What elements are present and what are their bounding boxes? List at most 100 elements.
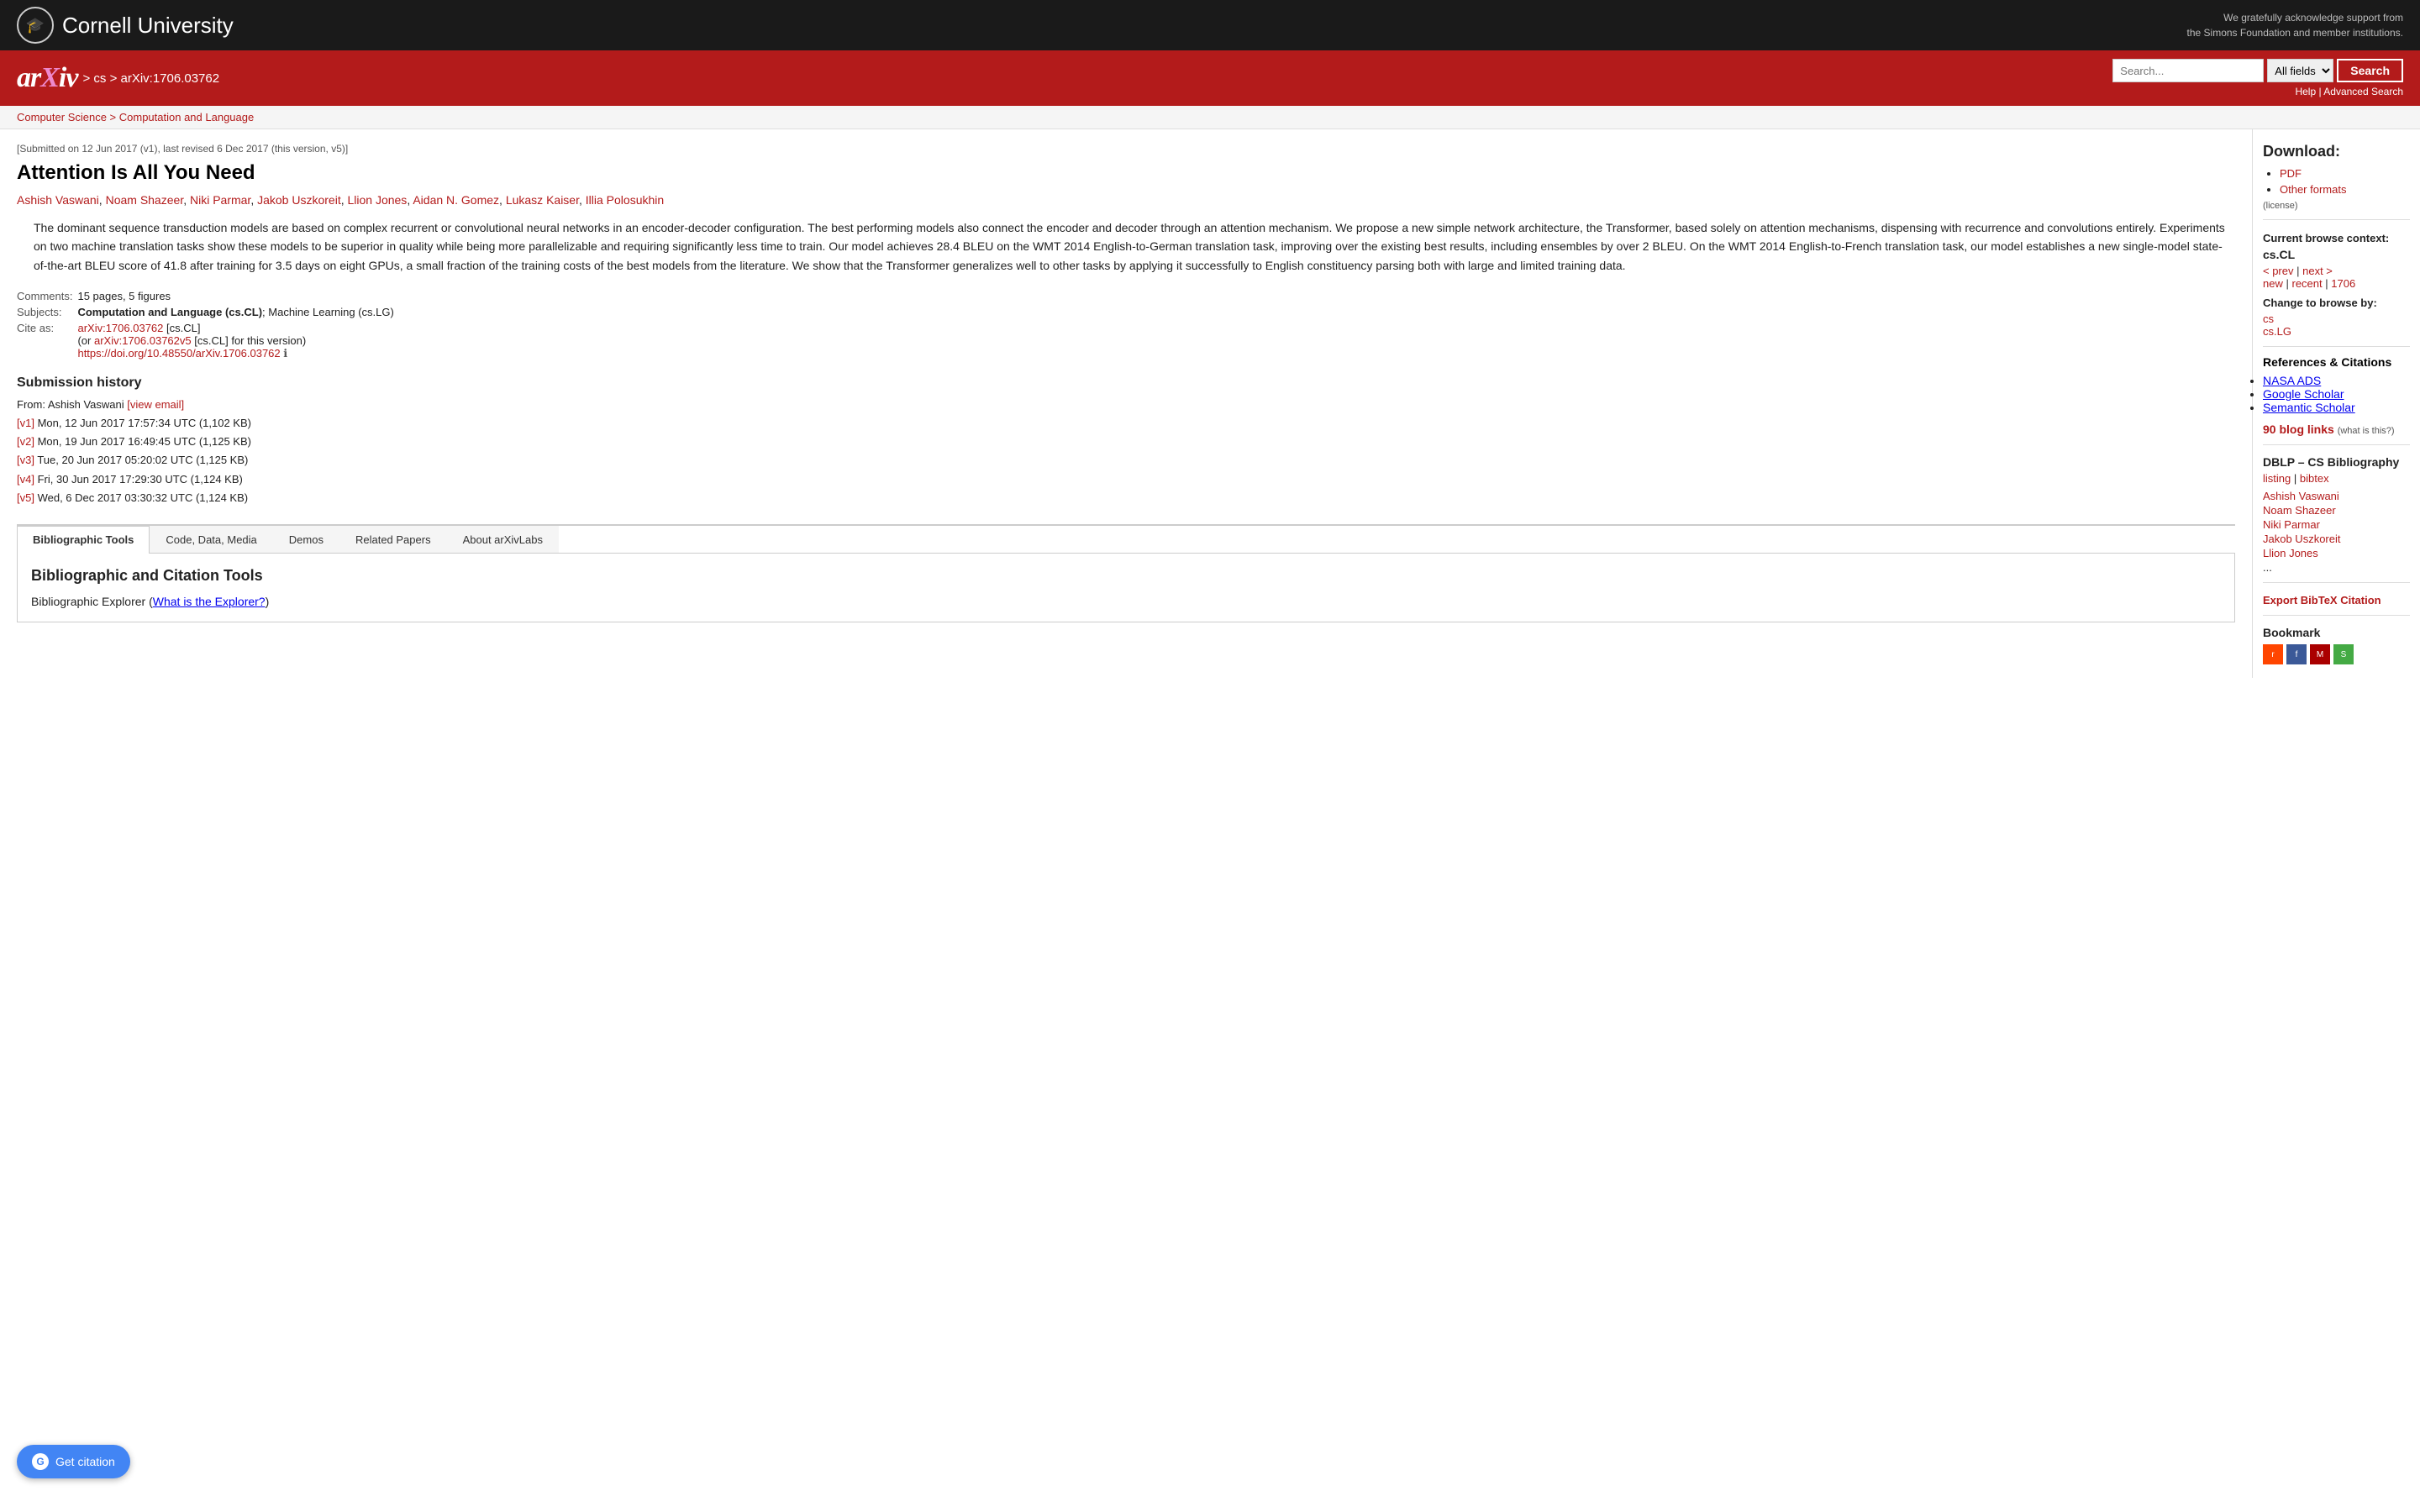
view-email-link[interactable]: [view email] <box>127 398 184 411</box>
semantic-scholar-link[interactable]: Semantic Scholar <box>2263 401 2355 414</box>
authors-list: Ashish Vaswani, Noam Shazeer, Niki Parma… <box>17 193 2235 207</box>
bib-tools-title: Bibliographic and Citation Tools <box>31 567 2221 585</box>
metadata-comments: Comments: 15 pages, 5 figures <box>17 288 399 304</box>
recent-link[interactable]: recent <box>2291 277 2322 290</box>
dblp-author-parmar[interactable]: Niki Parmar <box>2263 518 2320 531</box>
sidebar-download: Download: PDF Other formats (license) <box>2263 143 2410 211</box>
nasa-ads-link[interactable]: NASA ADS <box>2263 374 2321 387</box>
search-area: All fields Search Help | Advanced Search <box>2112 59 2403 97</box>
sidebar-dblp: DBLP – CS Bibliography listing | bibtex … <box>2263 455 2410 574</box>
refs-citations-title: References & Citations <box>2263 355 2410 369</box>
comments-value: 15 pages, 5 figures <box>77 288 398 304</box>
breadcrumb-path: > cs > arXiv:1706.03762 <box>82 71 219 86</box>
paper-content: [Submitted on 12 Jun 2017 (v1), last rev… <box>0 129 2252 636</box>
author-parmar[interactable]: Niki Parmar <box>190 193 250 207</box>
search-field-select[interactable]: All fields <box>2267 59 2333 82</box>
paper-title: Attention Is All You Need <box>17 161 2235 185</box>
tab-demos[interactable]: Demos <box>273 526 339 553</box>
submission-date: [Submitted on 12 Jun 2017 (v1), last rev… <box>17 143 2235 155</box>
dblp-bibtex-link[interactable]: bibtex <box>2300 472 2329 485</box>
top-bar: 🎓 Cornell University We gratefully ackno… <box>0 0 2420 50</box>
author-polosukhin[interactable]: Illia Polosukhin <box>586 193 664 207</box>
cite-arxiv-link[interactable]: arXiv:1706.03762 <box>77 322 163 334</box>
prev-link[interactable]: < prev <box>2263 265 2294 277</box>
get-citation-label: Get citation <box>55 1455 115 1468</box>
new-link[interactable]: new <box>2263 277 2283 290</box>
license-text: (license) <box>2263 201 2410 211</box>
author-uszkoreit[interactable]: Jakob Uszkoreit <box>257 193 341 207</box>
arxiv-logo-x: X <box>40 62 59 93</box>
next-link[interactable]: next > <box>2302 265 2333 277</box>
search-input[interactable] <box>2112 59 2264 82</box>
browse-nav: < prev | next > new | recent | 1706 <box>2263 265 2410 290</box>
google-scholar-link[interactable]: Google Scholar <box>2263 387 2344 401</box>
doi-info-icon: ℹ <box>283 347 287 360</box>
bib-explorer-row: Bibliographic Explorer (What is the Expl… <box>31 595 2221 608</box>
dblp-author-shazeer[interactable]: Noam Shazeer <box>2263 504 2336 517</box>
author-gomez[interactable]: Aidan N. Gomez <box>413 193 499 207</box>
bookmark-icons: r f M S <box>2263 644 2410 664</box>
dblp-author-jones[interactable]: Llion Jones <box>2263 547 2318 559</box>
browse-cs-link[interactable]: cs <box>2263 312 2410 325</box>
blog-what-is: (what is this?) <box>2338 426 2395 436</box>
version-v4: [v4] Fri, 30 Jun 2017 17:29:30 UTC (1,12… <box>17 470 2235 489</box>
other-formats-link[interactable]: Other formats <box>2280 183 2346 196</box>
arxiv-logo-nav: arXiv > cs > arXiv:1706.03762 <box>17 62 219 94</box>
author-kaiser[interactable]: Lukasz Kaiser <box>506 193 579 207</box>
browse-context-value: cs.CL <box>2263 248 2410 261</box>
tab-content: Bibliographic and Citation Tools Bibliog… <box>17 554 2235 622</box>
bookmark-mendeley-icon[interactable]: M <box>2310 644 2330 664</box>
browse-cs-lg-link[interactable]: cs.LG <box>2263 325 2410 338</box>
author-vaswani[interactable]: Ashish Vaswani <box>17 193 99 207</box>
dblp-links: listing | bibtex <box>2263 472 2410 485</box>
doi-link[interactable]: https://doi.org/10.48550/arXiv.1706.0376… <box>77 347 280 360</box>
cornell-seal-icon: 🎓 <box>17 7 54 44</box>
arxiv-logo: arXiv <box>17 62 77 94</box>
tab-code-data-media[interactable]: Code, Data, Media <box>150 526 272 553</box>
submission-history: Submission history From: Ashish Vaswani … <box>17 375 2235 507</box>
get-citation-button[interactable]: G Get citation <box>17 1445 130 1478</box>
search-button[interactable]: Search <box>2337 59 2403 82</box>
version-v5: [v5] Wed, 6 Dec 2017 03:30:32 UTC (1,124… <box>17 489 2235 507</box>
google-g-icon: G <box>32 1453 49 1470</box>
tabs-row: Bibliographic Tools Code, Data, Media De… <box>17 526 2235 554</box>
tab-bibliographic-tools[interactable]: Bibliographic Tools <box>17 526 150 554</box>
support-text: We gratefully acknowledge support from t… <box>2187 10 2403 40</box>
subject-breadcrumb-link[interactable]: Computer Science > Computation and Langu… <box>17 111 254 123</box>
pdf-link[interactable]: PDF <box>2280 167 2302 180</box>
advanced-search-link[interactable]: Advanced Search <box>2323 86 2403 97</box>
bookmark-reddit-icon[interactable]: r <box>2263 644 2283 664</box>
dblp-author-vaswani[interactable]: Ashish Vaswani <box>2263 490 2339 502</box>
search-row: All fields Search <box>2112 59 2403 82</box>
metadata-cite: Cite as: arXiv:1706.03762 [cs.CL] (or ar… <box>17 320 399 362</box>
tab-related-papers[interactable]: Related Papers <box>339 526 447 553</box>
cite-v5-link[interactable]: arXiv:1706.03762v5 <box>94 334 192 347</box>
author-shazeer[interactable]: Noam Shazeer <box>106 193 184 207</box>
author-jones[interactable]: Llion Jones <box>347 193 407 207</box>
bookmark-sciencewise-icon[interactable]: S <box>2333 644 2354 664</box>
version-v2: [v2] Mon, 19 Jun 2017 16:49:45 UTC (1,12… <box>17 433 2235 451</box>
bookmark-title: Bookmark <box>2263 626 2410 639</box>
help-link[interactable]: Help <box>2295 86 2316 97</box>
blog-links[interactable]: 90 blog links <box>2263 423 2334 436</box>
dblp-author-uszkoreit[interactable]: Jakob Uszkoreit <box>2263 533 2340 545</box>
bib-explorer-link[interactable]: What is the Explorer? <box>153 595 266 608</box>
sidebar: Download: PDF Other formats (license) Cu… <box>2252 129 2420 678</box>
arxiv-logo-text: ar <box>17 62 40 93</box>
subject-breadcrumb: Computer Science > Computation and Langu… <box>0 106 2420 129</box>
arxiv-header: arXiv > cs > arXiv:1706.03762 All fields… <box>0 50 2420 106</box>
metadata-subjects: Subjects: Computation and Language (cs.C… <box>17 304 399 320</box>
export-bibtex-link[interactable]: Export BibTeX Citation <box>2263 594 2381 606</box>
sidebar-blog: 90 blog links (what is this?) <box>2263 423 2410 436</box>
bib-explorer-label: Bibliographic Explorer <box>31 595 145 608</box>
sidebar-export: Export BibTeX Citation <box>2263 593 2410 606</box>
version-link[interactable]: 1706 <box>2331 277 2355 290</box>
bookmark-facebook-icon[interactable]: f <box>2286 644 2307 664</box>
tab-about-arxivlabs[interactable]: About arXivLabs <box>447 526 559 553</box>
dblp-title: DBLP – CS Bibliography <box>2263 455 2410 469</box>
dblp-listing-link[interactable]: listing <box>2263 472 2291 485</box>
download-title: Download: <box>2263 143 2410 160</box>
sidebar-bookmark: Bookmark r f M S <box>2263 626 2410 664</box>
browse-context-title: Current browse context: <box>2263 232 2410 244</box>
version-v3: [v3] Tue, 20 Jun 2017 05:20:02 UTC (1,12… <box>17 451 2235 470</box>
